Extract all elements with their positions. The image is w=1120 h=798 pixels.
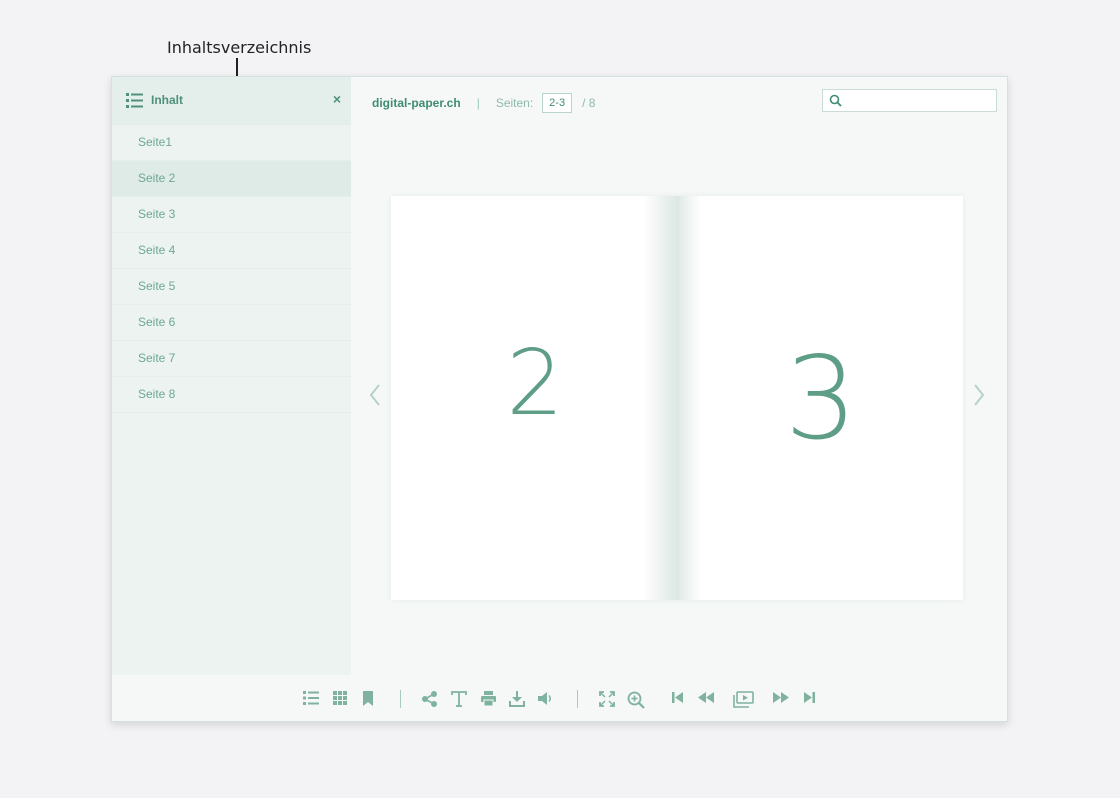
previous-arrow-icon[interactable]: [368, 383, 382, 407]
text-icon[interactable]: [451, 691, 467, 707]
next-page-icon[interactable]: [772, 691, 790, 704]
grid-icon[interactable]: [333, 691, 347, 705]
toc-item-seite-1[interactable]: Seite1: [112, 125, 351, 161]
previous-page-icon[interactable]: [697, 691, 715, 704]
list-icon: [126, 93, 143, 108]
bottom-toolbar: [112, 681, 1007, 715]
toc-item-seite-4[interactable]: Seite 4: [112, 233, 351, 269]
close-icon[interactable]: ×: [333, 91, 341, 107]
toc-sidebar: Inhalt × Seite1 Seite 2 Seite 3 Seite 4 …: [112, 77, 351, 675]
toc-item-seite-7[interactable]: Seite 7: [112, 341, 351, 377]
toc-header: Inhalt ×: [112, 77, 351, 125]
toc-item-seite-5[interactable]: Seite 5: [112, 269, 351, 305]
search-icon: [829, 94, 842, 107]
zoom-in-icon[interactable]: [627, 691, 645, 709]
left-page[interactable]: 2: [391, 196, 679, 600]
list-icon[interactable]: [303, 691, 319, 705]
search-input[interactable]: [822, 89, 997, 112]
toc-item-seite-3[interactable]: Seite 3: [112, 197, 351, 233]
slideshow-icon[interactable]: [733, 691, 754, 708]
right-page[interactable]: 3: [679, 196, 963, 600]
next-arrow-icon[interactable]: [972, 383, 986, 407]
last-page-icon[interactable]: [803, 691, 815, 704]
print-icon[interactable]: [481, 691, 496, 706]
fullscreen-icon[interactable]: [599, 691, 615, 707]
page-number-input[interactable]: 2-3: [542, 93, 573, 113]
book-spread: 2 3: [391, 196, 963, 600]
first-page-icon[interactable]: [672, 691, 684, 704]
toc-item-seite-8[interactable]: Seite 8: [112, 377, 351, 413]
share-icon[interactable]: [421, 691, 438, 707]
toc-title: Inhalt: [151, 93, 183, 107]
download-icon[interactable]: [509, 691, 525, 707]
toc-item-seite-2[interactable]: Seite 2: [112, 161, 351, 197]
bookmark-icon[interactable]: [363, 691, 373, 706]
flipbook-viewer: Inhalt × Seite1 Seite 2 Seite 3 Seite 4 …: [111, 76, 1008, 722]
pages-label: Seiten:: [495, 96, 534, 110]
top-bar: digital-paper.ch | Seiten: 2-3 / 8: [372, 92, 595, 114]
sound-icon[interactable]: [538, 691, 554, 706]
brand-link[interactable]: digital-paper.ch: [372, 96, 461, 110]
left-page-number: 2: [506, 331, 564, 436]
toc-item-seite-6[interactable]: Seite 6: [112, 305, 351, 341]
right-page-number: 3: [784, 332, 858, 465]
toolbar-separator: [577, 690, 578, 708]
page-total: / 8: [582, 96, 596, 110]
header-separator: |: [476, 96, 480, 110]
toolbar-separator: [400, 690, 401, 708]
annotation-label: Inhaltsverzeichnis: [167, 38, 312, 57]
